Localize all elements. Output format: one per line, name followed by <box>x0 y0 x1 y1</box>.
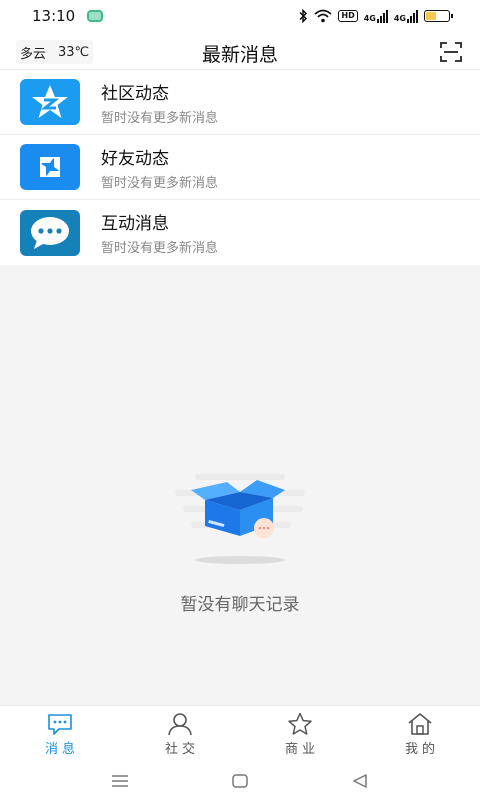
bottom-tab-bar: 消息 社交 商业 我的 <box>0 705 480 761</box>
bluetooth-icon <box>298 9 308 23</box>
tab-label: 商业 <box>284 742 319 757</box>
chat-bubble-icon <box>20 209 80 256</box>
battery-icon <box>424 10 453 22</box>
tab-social[interactable]: 社交 <box>120 706 240 761</box>
status-time: 13:10 <box>32 7 76 25</box>
list-item-title: 社区动态 <box>101 83 169 104</box>
tab-label: 社交 <box>164 742 199 757</box>
list-item-subtitle: 暂时没有更多新消息 <box>101 241 219 256</box>
list-item-subtitle: 暂时没有更多新消息 <box>101 110 219 126</box>
star-icon <box>288 712 312 735</box>
status-icons: HD 4G 4G <box>298 9 453 23</box>
list-item-title: 好友动态 <box>101 148 169 169</box>
page-title: 最新消息 <box>201 44 278 66</box>
person-icon <box>168 713 192 736</box>
hd-badge: HD <box>338 10 358 22</box>
tab-profile[interactable]: 我的 <box>360 706 480 761</box>
list-item-title: 互动消息 <box>101 214 169 234</box>
notification-app-icon <box>87 10 104 22</box>
status-bar: 13:10 HD 4G 4G <box>0 0 480 32</box>
tab-label: 消息 <box>44 742 79 757</box>
home-button-icon[interactable] <box>231 773 249 789</box>
empty-state: 暂没有聊天记录 <box>0 470 480 620</box>
message-list: 社区动态 暂时没有更多新消息 好友动态 暂时没有更多新消息 互动消息 暂时没有更… <box>0 70 480 265</box>
wifi-icon <box>314 9 332 23</box>
signal-1-icon: 4G <box>364 9 388 23</box>
empty-state-text: 暂没有聊天记录 <box>180 595 300 615</box>
list-item-interactions[interactable]: 互动消息 暂时没有更多新消息 <box>0 200 480 265</box>
friend-cycle-icon <box>20 144 80 190</box>
tab-label: 我的 <box>404 742 439 757</box>
message-icon <box>48 714 72 735</box>
list-item-subtitle: 暂时没有更多新消息 <box>101 175 219 191</box>
signal-2-icon: 4G <box>394 9 418 23</box>
scan-icon[interactable] <box>440 42 462 62</box>
back-icon[interactable] <box>351 773 369 789</box>
menu-icon[interactable] <box>111 774 129 788</box>
list-item-friends[interactable]: 好友动态 暂时没有更多新消息 <box>0 135 480 200</box>
top-header: 多云 33℃ 最新消息 <box>0 32 480 70</box>
system-nav-bar <box>0 761 480 800</box>
tab-messages[interactable]: 消息 <box>0 706 120 761</box>
list-item-community[interactable]: 社区动态 暂时没有更多新消息 <box>0 70 480 135</box>
home-icon <box>408 713 432 735</box>
empty-box-illustration <box>175 474 305 564</box>
qzone-star-icon <box>20 79 80 125</box>
tab-business[interactable]: 商业 <box>240 706 360 761</box>
